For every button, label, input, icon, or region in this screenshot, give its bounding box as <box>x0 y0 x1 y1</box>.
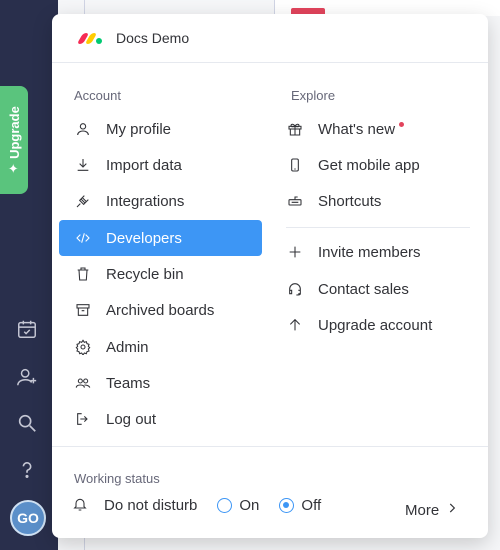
menu-item-whats-new[interactable]: What's new <box>286 111 470 147</box>
arrow-up-icon <box>286 316 304 334</box>
menu-item-label: Get mobile app <box>318 156 420 174</box>
menu-item-label: Import data <box>106 156 182 174</box>
menu-item-admin[interactable]: Admin <box>59 329 262 365</box>
menu-item-contact-sales[interactable]: Contact sales <box>286 271 470 307</box>
monday-logo-icon <box>76 32 102 44</box>
account-section-label: Account <box>74 88 121 103</box>
menu-item-label: Admin <box>106 338 149 356</box>
menu-item-label: Shortcuts <box>318 192 382 210</box>
working-status-divider <box>52 446 488 447</box>
menu-item-upgrade-account[interactable]: Upgrade account <box>286 307 470 343</box>
menu-item-label: Invite members <box>318 243 421 261</box>
plus-icon <box>286 243 304 261</box>
menu-item-developers[interactable]: Developers <box>59 220 262 256</box>
dnd-off-radio[interactable]: Off <box>279 497 321 514</box>
avatar[interactable]: GO <box>10 500 46 536</box>
header-divider <box>52 62 488 63</box>
profile-menu: Docs Demo Account My profile Import data… <box>52 14 488 538</box>
menu-item-label: Contact sales <box>318 280 409 298</box>
menu-item-label: Integrations <box>106 192 185 210</box>
headset-icon <box>286 280 304 298</box>
menu-item-label: Archived boards <box>106 301 215 319</box>
radio-label: On <box>239 496 260 514</box>
upgrade-button[interactable]: ✦ Upgrade <box>0 86 28 194</box>
explore-section-label: Explore <box>291 88 336 103</box>
working-status-row: Do not disturb On Off <box>72 496 321 514</box>
radio-circle[interactable] <box>217 497 233 513</box>
calendar-check-icon[interactable] <box>14 316 40 342</box>
menu-item-my-profile[interactable]: My profile <box>59 111 262 147</box>
menu-header: Docs Demo <box>52 14 488 62</box>
menu-item-label: Log out <box>106 410 157 428</box>
menu-item-import-data[interactable]: Import data <box>59 147 262 183</box>
menu-item-label: What's new <box>318 120 396 138</box>
user-icon <box>74 120 92 138</box>
radio-label: Off <box>301 496 322 514</box>
mobile-icon <box>286 156 304 174</box>
gear-icon <box>74 338 92 356</box>
menu-item-recycle-bin[interactable]: Recycle bin <box>59 256 262 292</box>
menu-item-teams[interactable]: Teams <box>59 365 262 401</box>
menu-item-label: Teams <box>106 374 151 392</box>
workspace-name: Docs Demo <box>116 30 190 46</box>
more-label: More <box>405 501 440 519</box>
archive-icon <box>74 301 92 319</box>
gift-icon <box>286 120 304 138</box>
menu-item-invite-members[interactable]: Invite members <box>286 234 470 270</box>
search-icon[interactable] <box>14 410 40 436</box>
keyboard-icon <box>286 192 304 210</box>
explore-divider <box>286 227 470 228</box>
working-status-label: Working status <box>74 471 160 486</box>
menu-item-label: Developers <box>106 229 182 247</box>
menu-item-shortcuts[interactable]: Shortcuts <box>286 183 470 219</box>
chevron-right-icon <box>445 501 459 519</box>
menu-item-archived-boards[interactable]: Archived boards <box>59 292 262 328</box>
logout-icon <box>74 410 92 428</box>
dnd-on-radio[interactable]: On <box>217 497 259 514</box>
help-icon[interactable] <box>14 457 40 483</box>
upgrade-label: Upgrade <box>6 106 22 159</box>
more-button[interactable]: More <box>405 501 459 519</box>
plug-icon <box>74 192 92 210</box>
menu-item-label: Upgrade account <box>318 316 433 334</box>
invite-user-icon[interactable] <box>14 364 40 390</box>
menu-item-log-out[interactable]: Log out <box>59 401 262 437</box>
notification-dot <box>399 121 405 127</box>
team-icon <box>74 374 92 392</box>
code-icon <box>74 229 92 247</box>
menu-item-get-mobile-app[interactable]: Get mobile app <box>286 147 470 183</box>
left-rail: ✦ Upgrade GO <box>0 0 58 550</box>
menu-item-integrations[interactable]: Integrations <box>59 183 262 219</box>
download-icon <box>74 156 92 174</box>
bell-icon <box>72 496 90 514</box>
do-not-disturb-label: Do not disturb <box>104 496 198 514</box>
radio-circle[interactable] <box>279 497 295 513</box>
trash-icon <box>74 265 92 283</box>
menu-item-label: My profile <box>106 120 172 138</box>
sparkle-icon: ✦ <box>6 162 22 174</box>
menu-item-label: Recycle bin <box>106 265 184 283</box>
